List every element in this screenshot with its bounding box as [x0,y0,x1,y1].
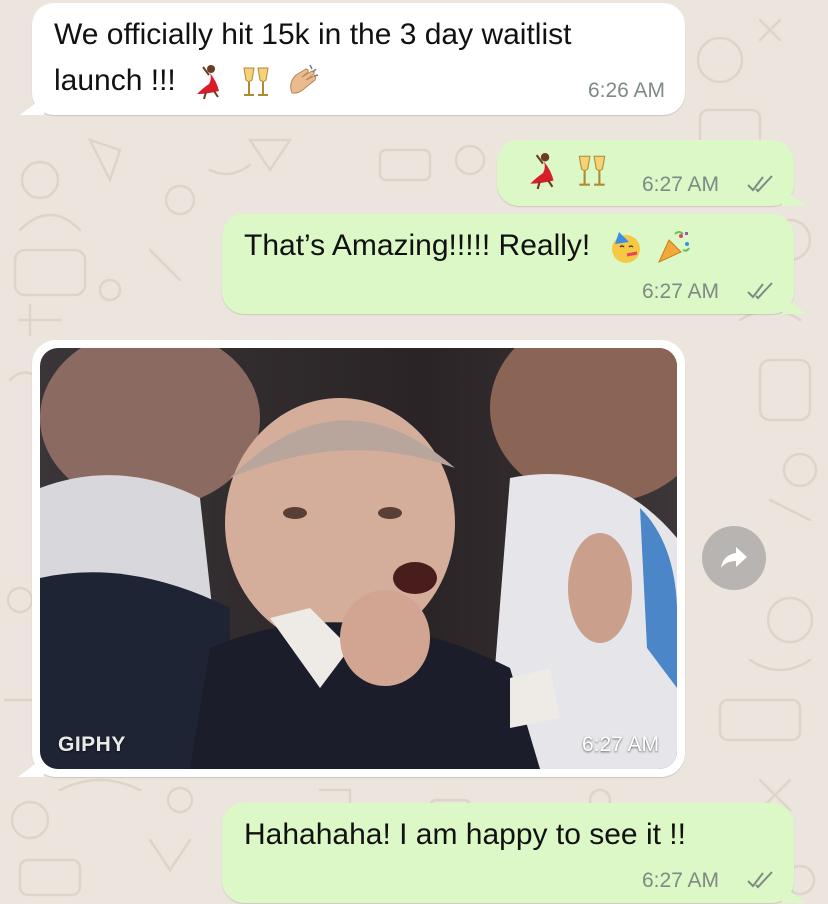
read-ticks-icon [747,282,773,300]
outgoing-message[interactable]: 6:27 AM [497,140,806,206]
message-text: That’s Amazing!!!!! Really! [244,226,693,266]
read-ticks-icon [747,871,773,889]
gif-image[interactable]: GIPHY 6:27 AM [40,348,677,769]
champagne-glasses-emoji [243,67,269,97]
message-emoji-row [525,152,611,190]
giphy-label: GIPHY [58,733,126,756]
partying-face-emoji [611,232,640,264]
message-text: Hahahaha! I am happy to see it !! [244,818,686,851]
clapping-hands-emoji [290,64,319,94]
message-text-line-1: We officially hit 15k in the 3 day waitl… [54,18,572,51]
message-timestamp: 6:27 AM [581,733,659,756]
message-timestamp: 6:26 AM [587,79,665,102]
dancer-emoji [530,153,554,190]
message-text-line-2: launch !!! [54,61,322,101]
champagne-glasses-emoji [578,155,606,186]
outgoing-message[interactable]: Hahahaha! I am happy to see it !! 6:27 A… [222,803,806,903]
message-timestamp: 6:27 AM [642,280,720,303]
incoming-gif-message[interactable]: GIPHY 6:27 AM [18,340,685,777]
dancer-emoji [197,65,220,100]
read-ticks-icon [747,175,773,193]
gif-frame-illustration [40,348,677,769]
message-timestamp: 6:27 AM [642,173,720,196]
forward-icon [721,547,747,568]
message-timestamp: 6:27 AM [642,869,720,892]
outgoing-message[interactable]: That’s Amazing!!!!! Really! 6:27 AM [222,214,806,314]
forward-button[interactable] [702,526,766,590]
incoming-message[interactable]: We officially hit 15k in the 3 day waitl… [20,3,685,115]
party-popper-emoji [657,231,690,264]
